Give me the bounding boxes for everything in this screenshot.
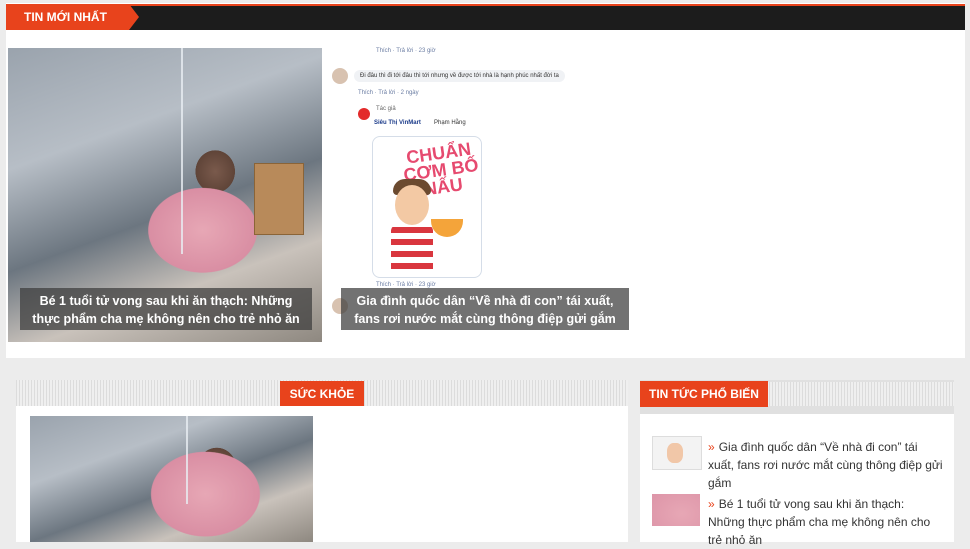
commenter-avatar — [332, 68, 348, 84]
popular-item-2[interactable]: » Bé 1 tuổi tử vong sau khi ăn thạch: Nhữ… — [708, 495, 944, 549]
sticker-face-graphic — [667, 443, 683, 463]
fb-comment-text: Đi đâu thì đi tới đâu thì tới nhưng về đ… — [354, 70, 565, 82]
iv-tube-graphic — [180, 48, 183, 254]
popular-item-1-thumbnail[interactable] — [652, 436, 702, 470]
fb-comment-meta: Thích · Trả lời · 23 giờ — [376, 48, 436, 54]
popular-item-2-thumbnail[interactable] — [652, 494, 700, 526]
sticker-image: CHUẨN CƠM BỐ NẤU — [372, 136, 482, 278]
latest-item-1-caption[interactable]: Bé 1 tuổi tử vong sau khi ăn thạch: Nhữn… — [20, 288, 312, 330]
author-name: Siêu Thị VinMart — [374, 120, 421, 126]
vinmart-avatar — [358, 108, 370, 120]
latest-news-heading: TIN MỚI NHẤT — [6, 4, 139, 30]
sticker-face-graphic — [395, 185, 429, 225]
arrow-right-icon: » — [708, 497, 715, 511]
cardboard-box-graphic — [254, 163, 304, 235]
author-tag: Tác giả — [376, 106, 396, 112]
popular-item-1-title[interactable]: Gia đình quốc dân “Về nhà đi con” tái xu… — [708, 440, 943, 490]
health-heading[interactable]: SỨC KHỎE — [280, 381, 364, 407]
popular-item-2-title[interactable]: Bé 1 tuổi tử vong sau khi ăn thạch: Nhữn… — [708, 497, 930, 547]
sticker-shirt-graphic — [391, 225, 433, 269]
latest-news-header-bar — [6, 4, 965, 30]
fb-comment-meta: Thích · Trả lời · 2 ngày — [358, 90, 419, 96]
arrow-right-icon: » — [708, 440, 715, 454]
popular-heading[interactable]: TIN TỨC PHỔ BIẾN — [640, 381, 768, 407]
iv-tube-graphic — [185, 416, 188, 505]
popular-item-1[interactable]: » Gia đình quốc dân “Về nhà đi con” tái x… — [708, 438, 944, 492]
sticker-bowl-graphic — [431, 219, 463, 237]
latest-item-2-caption[interactable]: Gia đình quốc dân “Về nhà đi con” tái xu… — [341, 288, 629, 330]
author-mention: Phạm Hằng — [434, 120, 466, 126]
health-item-1-image[interactable] — [30, 416, 313, 542]
